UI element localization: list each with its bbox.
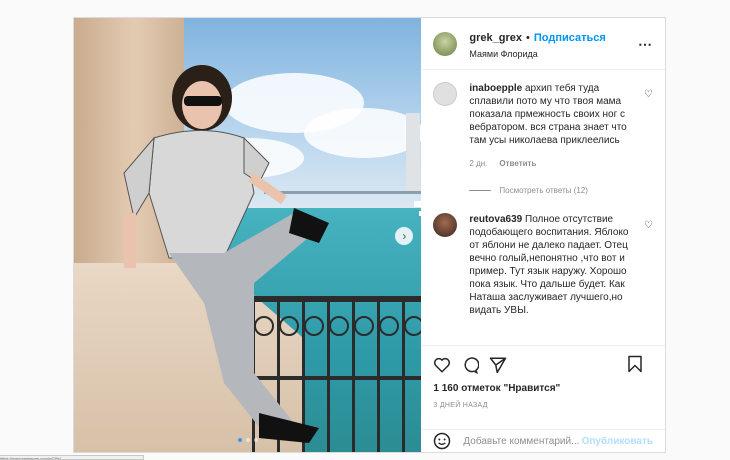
comment-username[interactable]: inaboepple — [469, 83, 522, 94]
follow-button[interactable]: Подписаться — [534, 32, 606, 44]
carousel-dot — [253, 438, 258, 442]
bookmark-icon[interactable] — [627, 355, 643, 373]
post-card: › grek_grex • Подписаться Маями Флорида ⋯ … — [73, 17, 666, 453]
action-bar — [421, 345, 665, 383]
like-heart-icon[interactable] — [433, 356, 451, 374]
post-header: grek_grex • Подписаться Маями Флорида ⋯ — [421, 18, 665, 70]
carousel-dot — [245, 438, 250, 442]
comment-bubble-icon[interactable] — [461, 356, 480, 374]
view-replies-button[interactable]: Посмотреть ответы (12) — [469, 184, 653, 197]
add-comment-bar: Добавьте комментарий... Опубликовать — [421, 429, 665, 452]
reply-button[interactable]: Ответить — [499, 159, 536, 168]
commenter-avatar[interactable] — [433, 82, 458, 106]
commenter-avatar[interactable] — [433, 213, 458, 237]
post-date[interactable]: 3 ДНЕЙ НАЗАД — [421, 399, 665, 429]
avatar[interactable] — [433, 31, 458, 56]
separator-dot: • — [526, 32, 530, 44]
post-photo[interactable]: › — [74, 18, 422, 452]
post-sidebar: grek_grex • Подписаться Маями Флорида ⋯ in… — [421, 18, 665, 452]
more-options-icon[interactable]: ⋯ — [638, 36, 653, 53]
likes-count[interactable]: 1 160 отметок "Нравится" — [421, 383, 665, 399]
publish-button[interactable]: Опубликовать — [582, 436, 653, 447]
comments-list[interactable]: inaboepple архип тебя туда сплавили пото… — [421, 70, 665, 345]
share-plane-icon[interactable] — [489, 356, 507, 374]
comment: inaboepple архип тебя туда сплавили пото… — [433, 82, 653, 170]
chevron-right-icon: › — [402, 229, 407, 243]
comment-username[interactable]: reutova639 — [469, 214, 522, 225]
author-username[interactable]: grek_grex — [469, 32, 522, 44]
building-icon — [406, 113, 420, 193]
browser-status-bar: https://www.instagram.com/p/CBsl... — [0, 455, 144, 460]
replies-line — [469, 190, 492, 191]
person-figure — [123, 65, 329, 443]
location-link[interactable]: Маями Флорида — [469, 49, 605, 59]
comment-text: Полное отсутствие подобающего воспитания… — [469, 214, 629, 316]
heart-icon[interactable]: ♡ — [644, 219, 653, 232]
carousel-dot — [237, 438, 242, 442]
comment-input[interactable]: Добавьте комментарий... — [463, 436, 581, 447]
comment: reutova639 Полное отсутствие подобающего… — [433, 213, 653, 317]
emoji-icon[interactable] — [433, 432, 451, 450]
heart-icon[interactable]: ♡ — [644, 88, 653, 101]
view-replies-label: Посмотреть ответы (12) — [499, 186, 588, 195]
comment-time[interactable]: 2 дн. — [469, 159, 487, 168]
carousel-dots — [74, 438, 421, 442]
